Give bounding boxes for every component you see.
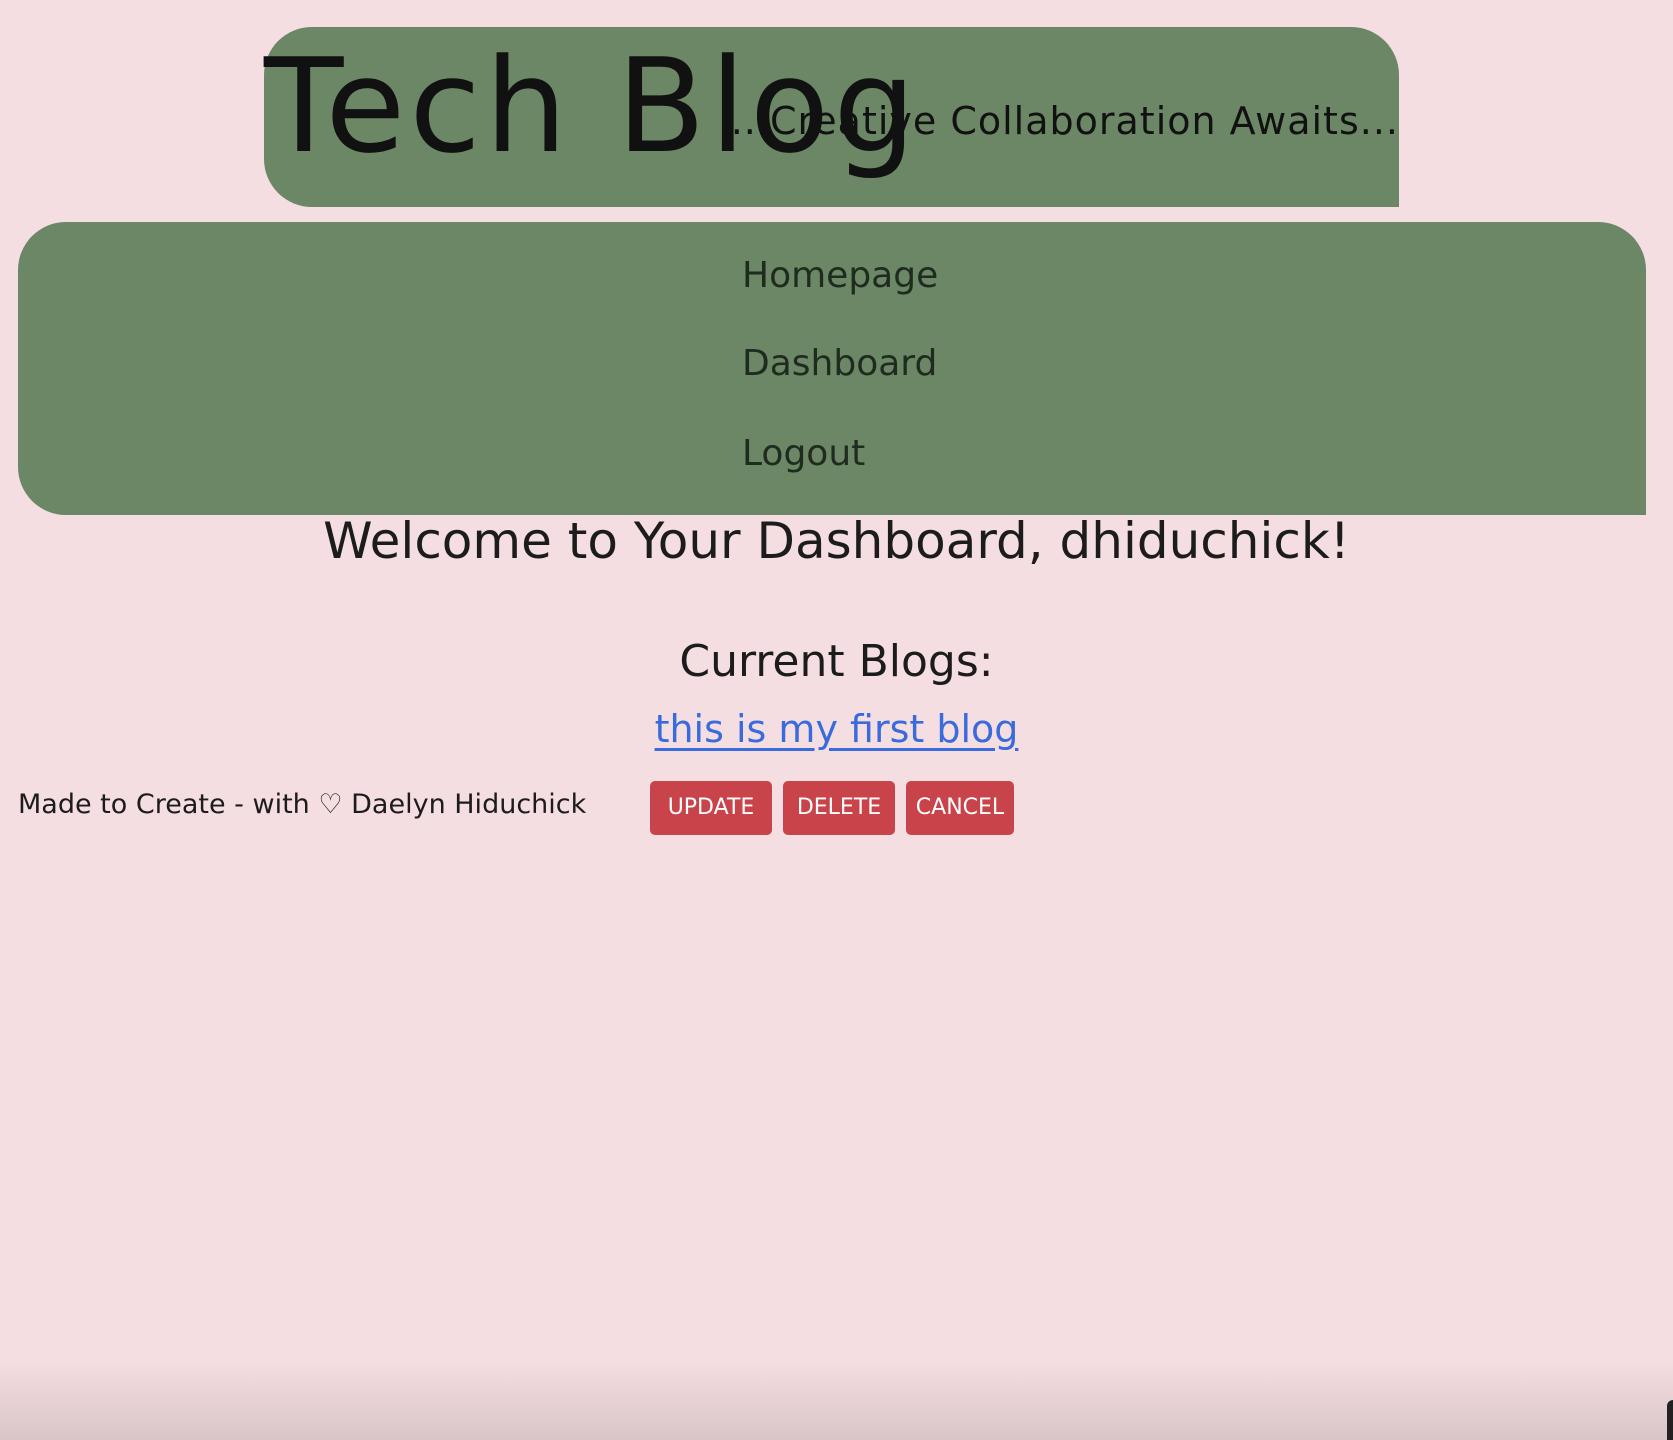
main-nav: Homepage Dashboard Logout (18, 222, 1646, 515)
site-tagline: ...Creative Collaboration Awaits... (730, 99, 1399, 143)
bottom-shadow (0, 1360, 1673, 1440)
blog-title-link[interactable]: this is my first blog (655, 707, 1019, 751)
welcome-heading: Welcome to Your Dashboard, dhiduchick! (323, 512, 1350, 570)
nav-homepage-link[interactable]: Homepage (742, 255, 938, 296)
nav-logout-link[interactable]: Logout (742, 433, 865, 474)
page: Tech Blog ...Creative Collaboration Awai… (0, 0, 1673, 1440)
cancel-button[interactable]: CANCEL (906, 781, 1014, 835)
blog-list: this is my first blog (0, 707, 1673, 751)
current-blogs-heading: Current Blogs: (679, 636, 994, 687)
window-corner (1667, 1400, 1673, 1440)
nav-dashboard-link[interactable]: Dashboard (742, 343, 937, 384)
delete-button[interactable]: DELETE (783, 781, 895, 835)
update-button[interactable]: UPDATE (650, 781, 772, 835)
site-header: Tech Blog ...Creative Collaboration Awai… (264, 27, 1399, 207)
footer-credit: Made to Create - with ♡ Daelyn Hiduchick (18, 789, 587, 820)
